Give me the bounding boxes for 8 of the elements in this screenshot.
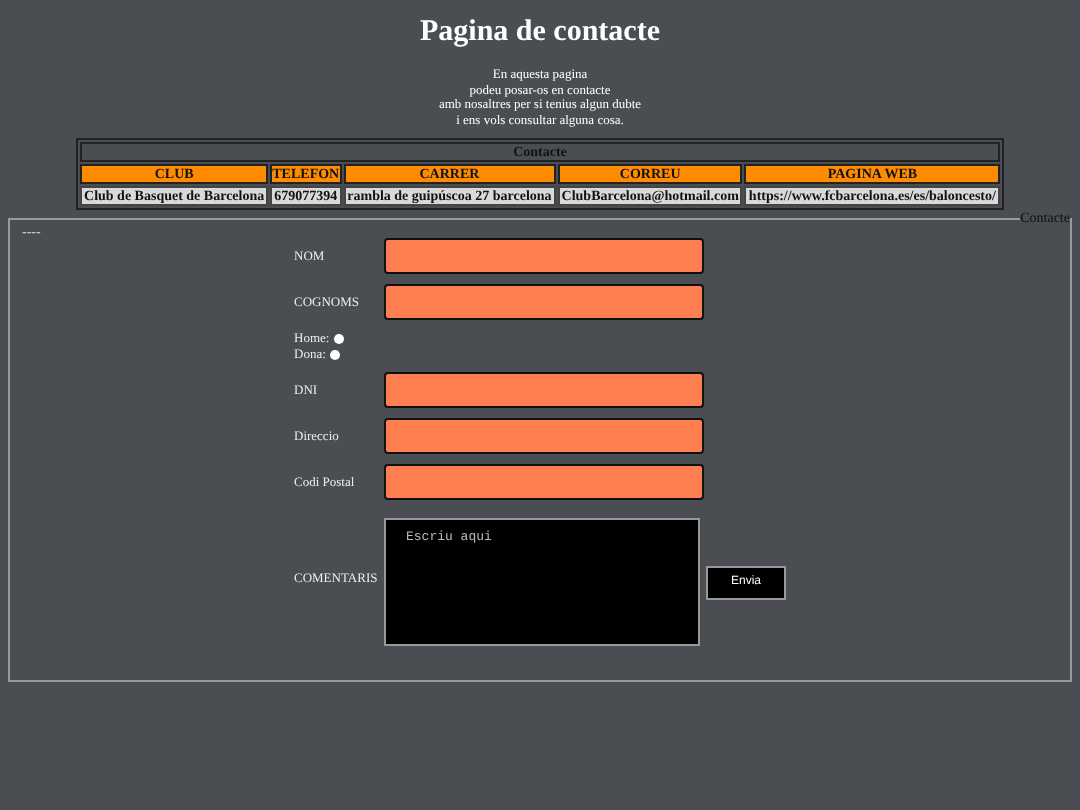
radio-button[interactable] xyxy=(329,349,340,360)
radio-button[interactable] xyxy=(333,333,344,344)
input-field[interactable] xyxy=(384,464,704,501)
input-field[interactable] xyxy=(384,418,704,455)
input-field[interactable] xyxy=(384,238,704,275)
input-field[interactable] xyxy=(384,284,704,321)
page-title: Pagina de contacte xyxy=(420,16,660,50)
input-field[interactable] xyxy=(384,372,704,409)
